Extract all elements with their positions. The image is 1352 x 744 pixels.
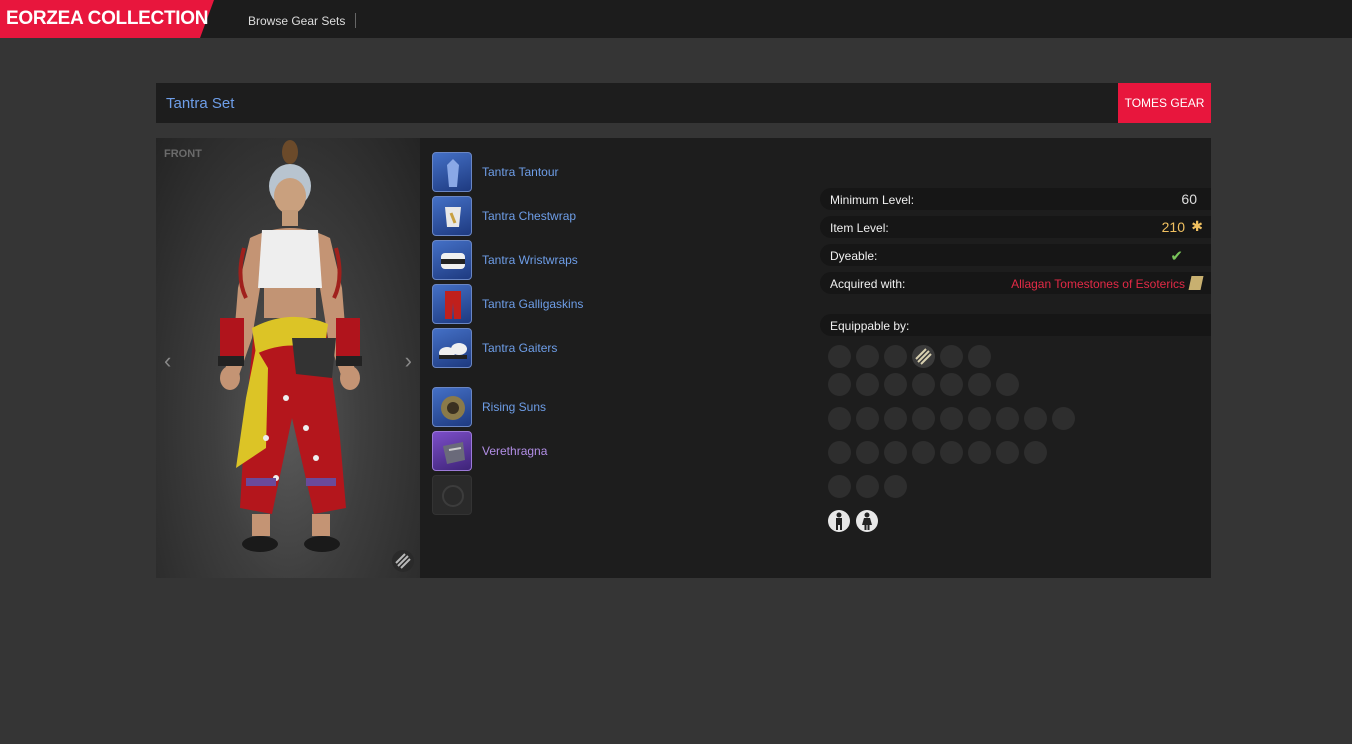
next-view-arrow-icon[interactable]: › xyxy=(405,348,412,374)
gear-item-name: Verethragna xyxy=(482,444,548,458)
job-icon[interactable] xyxy=(828,475,851,498)
job-icon[interactable] xyxy=(940,441,963,464)
acquired-with-value[interactable]: Allagan Tomestones of Esoterics xyxy=(1011,277,1185,291)
set-title-bar: Tantra Set TOMES GEAR xyxy=(156,83,1211,123)
hands-gear-icon xyxy=(432,240,472,280)
job-icon[interactable] xyxy=(968,373,991,396)
job-icon[interactable] xyxy=(856,345,879,368)
legs-gear-icon xyxy=(432,284,472,324)
job-icon[interactable] xyxy=(996,373,1019,396)
job-icon[interactable] xyxy=(912,441,935,464)
gear-item-name: Tantra Gaiters xyxy=(482,341,558,355)
job-icon[interactable] xyxy=(884,373,907,396)
job-icon[interactable] xyxy=(856,407,879,430)
monk-job-icon[interactable] xyxy=(912,345,935,368)
top-navigation-bar: EORZEA COLLECTION Browse Gear Sets xyxy=(0,0,1352,38)
job-icon[interactable] xyxy=(828,441,851,464)
gear-item-tantra-chestwrap[interactable]: Tantra Chestwrap xyxy=(432,196,732,236)
job-icon[interactable] xyxy=(1052,407,1075,430)
equippable-jobs xyxy=(828,345,1128,545)
gear-item-tantra-gaiters[interactable]: Tantra Gaiters xyxy=(432,328,732,368)
gear-item-name: Rising Suns xyxy=(482,400,547,414)
job-icon[interactable] xyxy=(856,441,879,464)
browse-gear-sets-link[interactable]: Browse Gear Sets xyxy=(248,14,345,28)
job-icon[interactable] xyxy=(912,407,935,430)
job-icon[interactable] xyxy=(884,345,907,368)
job-icon[interactable] xyxy=(884,407,907,430)
gear-item-tantra-tantour[interactable]: Tantra Tantour xyxy=(432,152,732,192)
job-icon[interactable] xyxy=(968,345,991,368)
equippable-by-label: Equippable by: xyxy=(830,319,910,333)
tomes-gear-tag-button[interactable]: TOMES GEAR xyxy=(1118,83,1211,123)
job-icon[interactable] xyxy=(912,373,935,396)
job-icon[interactable] xyxy=(996,407,1019,430)
gear-item-verethragna[interactable]: Verethragna xyxy=(432,431,732,471)
equippable-by-row: Equippable by: xyxy=(820,314,1211,336)
job-icon[interactable] xyxy=(996,441,1019,464)
job-icon[interactable] xyxy=(940,407,963,430)
job-icon[interactable] xyxy=(828,345,851,368)
job-icon[interactable] xyxy=(1024,407,1047,430)
weapon-icon xyxy=(432,431,472,471)
gear-item-name: Tantra Galligaskins xyxy=(482,297,584,311)
body-gear-icon xyxy=(432,196,472,236)
tomestone-icon xyxy=(1188,276,1204,290)
empty-slot-icon xyxy=(432,475,472,515)
job-icon[interactable] xyxy=(968,441,991,464)
acquired-with-row: Acquired with: Allagan Tomestones of Eso… xyxy=(820,272,1211,294)
gear-item-name: Tantra Tantour xyxy=(482,165,559,179)
gear-item-tantra-galligaskins[interactable]: Tantra Galligaskins xyxy=(432,284,732,324)
male-gender-icon xyxy=(828,510,850,532)
monk-job-badge-icon xyxy=(392,550,414,572)
acquired-with-label: Acquired with: xyxy=(830,277,906,291)
gear-item-rising-suns[interactable]: Rising Suns xyxy=(432,387,732,427)
previous-view-arrow-icon[interactable]: ‹ xyxy=(164,348,171,374)
job-icon[interactable] xyxy=(940,373,963,396)
logo-text: EORZEA COLLECTION xyxy=(6,8,209,29)
job-icon[interactable] xyxy=(884,441,907,464)
job-icon[interactable] xyxy=(856,475,879,498)
female-gender-icon xyxy=(856,510,878,532)
character-preview[interactable]: FRONT ‹ › xyxy=(156,138,420,578)
feet-gear-icon xyxy=(432,328,472,368)
minimum-level-row: Minimum Level: 60 xyxy=(820,188,1211,210)
job-icon[interactable] xyxy=(884,475,907,498)
item-level-value: 210 xyxy=(1161,219,1185,235)
item-level-row: Item Level: 210 ✱ xyxy=(820,216,1211,238)
job-icon[interactable] xyxy=(856,373,879,396)
character-figure xyxy=(218,140,362,552)
set-title: Tantra Set xyxy=(166,95,235,112)
minimum-level-value: 60 xyxy=(1181,191,1197,207)
dyeable-check-icon: ✔ xyxy=(1170,248,1183,265)
site-logo[interactable]: EORZEA COLLECTION xyxy=(0,0,230,38)
head-gear-icon xyxy=(432,152,472,192)
gear-set-panel: FRONT ‹ › Tantra Tantour Tantra Chestwra… xyxy=(156,138,1211,578)
job-icon[interactable] xyxy=(828,373,851,396)
dyeable-label: Dyeable: xyxy=(830,249,878,263)
job-icon[interactable] xyxy=(828,407,851,430)
nav-divider xyxy=(355,13,356,28)
job-icon[interactable] xyxy=(940,345,963,368)
item-level-star-icon: ✱ xyxy=(1191,218,1203,234)
job-icon[interactable] xyxy=(1024,441,1047,464)
empty-gear-slot[interactable] xyxy=(432,475,732,515)
job-icon[interactable] xyxy=(968,407,991,430)
gear-item-name: Tantra Chestwrap xyxy=(482,209,577,223)
item-level-label: Item Level: xyxy=(830,221,889,235)
dyeable-row: Dyeable: ✔ xyxy=(820,244,1211,266)
minimum-level-label: Minimum Level: xyxy=(830,193,915,207)
gear-item-name: Tantra Wristwraps xyxy=(482,253,578,267)
weapon-icon xyxy=(432,387,472,427)
gear-item-tantra-wristwraps[interactable]: Tantra Wristwraps xyxy=(432,240,732,280)
